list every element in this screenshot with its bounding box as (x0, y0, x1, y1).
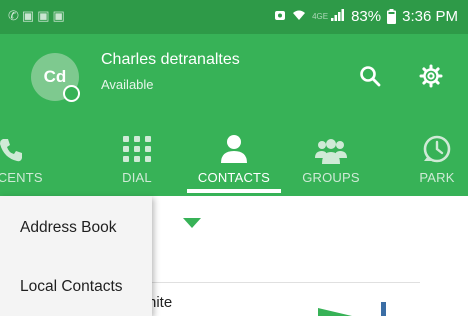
tab-contacts[interactable]: CONTACTS (187, 130, 281, 190)
settings-button[interactable] (416, 61, 446, 91)
notification-icons: ✆ ▣ ▣ ▣ (8, 9, 65, 22)
wifi-icon (292, 8, 306, 25)
search-button[interactable] (355, 61, 385, 91)
park-icon (390, 130, 468, 164)
tab-label: GROUPS (302, 170, 360, 185)
tab-label: PARK (419, 170, 455, 185)
notification-app-icon: ▣ (52, 8, 65, 23)
app-header: Cd Charles detranaltes Available RECENTS (0, 34, 468, 196)
person-icon (187, 130, 281, 164)
contact-source-menu: Address Book Local Contacts (0, 196, 152, 316)
tab-recents[interactable]: RECENTS (0, 130, 58, 190)
tab-label: DIAL (122, 170, 152, 185)
tab-label: RECENTS (0, 170, 43, 185)
tab-groups[interactable]: GROUPS (284, 130, 378, 190)
menu-item-local-contacts[interactable]: Local Contacts (20, 278, 123, 296)
alarm-icon (274, 8, 286, 25)
call-icon[interactable] (318, 304, 352, 316)
search-icon (360, 66, 381, 87)
phone-handset-icon[interactable] (378, 302, 390, 316)
tab-dial[interactable]: DIAL (90, 130, 184, 190)
system-status: 4GE 83% 3:36 PM (274, 8, 458, 25)
user-presence-status[interactable]: Available (101, 77, 154, 92)
battery-percent: 83% (351, 8, 382, 25)
battery-icon (387, 9, 397, 24)
presence-indicator (63, 85, 80, 102)
avatar-initials: Cd (43, 67, 67, 86)
phone-icon (0, 130, 58, 164)
user-name: Charles detranaltes (101, 51, 240, 68)
clock: 3:36 PM (402, 8, 458, 25)
gear-icon (419, 64, 443, 88)
menu-item-address-book[interactable]: Address Book (20, 219, 117, 237)
tab-park[interactable]: PARK (390, 130, 468, 190)
dialpad-icon (90, 130, 184, 164)
contact-source-dropdown-icon[interactable] (183, 218, 201, 228)
missed-call-icon: ✆ (8, 8, 19, 23)
notification-app-icon: ▣ (21, 8, 35, 23)
groups-icon (284, 130, 378, 164)
signal-icon (331, 8, 345, 25)
status-bar: ✆ ▣ ▣ ▣ 4GE 83% 3:36 PM (0, 0, 468, 34)
notification-app-icon: ▣ (37, 8, 50, 23)
network-type: 4GE (312, 12, 329, 21)
active-tab-indicator (187, 189, 281, 193)
tab-label: CONTACTS (197, 170, 271, 185)
